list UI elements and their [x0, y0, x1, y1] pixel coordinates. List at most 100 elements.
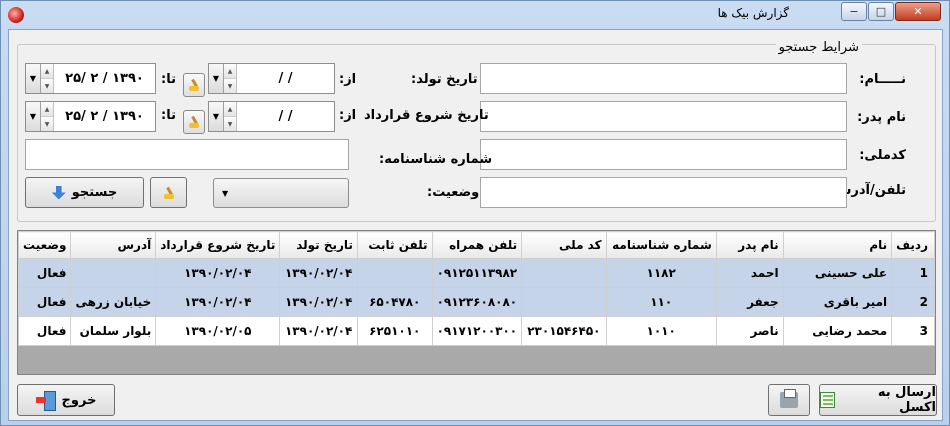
phone-address-input[interactable] — [480, 177, 847, 208]
broom-icon — [163, 187, 175, 199]
clear-all-button[interactable] — [150, 177, 187, 208]
table-cell[interactable]: خیابان زرهی — [70, 287, 157, 317]
results-table: ردیف نام نام پدر شماره شناسنامه کد ملی ت… — [17, 231, 935, 346]
status-select[interactable]: ▼ — [213, 178, 349, 208]
search-button-label: جستجو — [71, 185, 118, 200]
table-cell[interactable]: 3 — [891, 316, 935, 346]
father-name-label: نام پدر: — [857, 110, 906, 125]
col-header[interactable]: آدرس — [70, 231, 157, 259]
table-cell[interactable]: فعال — [17, 287, 72, 317]
id-number-label: شماره شناسنامه: — [379, 152, 493, 167]
table-cell[interactable]: علی حسینی — [782, 258, 893, 288]
print-button[interactable] — [768, 384, 810, 416]
title-bar[interactable]: گزارش بیک ها − □ ✕ — [1, 1, 949, 28]
contract-from-date[interactable]: ▼ ▲ ▼ / / — [208, 101, 335, 132]
table-row[interactable]: 2 امیر باقری جعفر ۱۱۰ ۰۹۱۲۳۶۰۸۰۸۰ ۶۵۰۴۷۸… — [17, 287, 935, 317]
name-label: نـــــام: — [859, 72, 906, 87]
col-header[interactable]: کد ملی — [521, 231, 607, 259]
table-cell[interactable]: 2 — [891, 287, 935, 317]
exit-button[interactable]: خروج — [17, 384, 115, 416]
name-input[interactable] — [480, 63, 847, 94]
client-area: شرایط جستجو نـــــام: نام پدر: کدملی: تل… — [8, 29, 943, 421]
table-cell[interactable]: محمد رضایی — [782, 316, 893, 346]
national-code-input[interactable] — [480, 139, 847, 170]
table-cell[interactable]: ۱۳۹۰/۰۲/۰۴ — [279, 287, 358, 317]
export-excel-label: ارسال به اکسل — [877, 385, 936, 415]
search-criteria-title: شرایط جستجو — [775, 40, 862, 55]
app-icon[interactable] — [8, 7, 24, 23]
print-icon — [780, 389, 798, 408]
col-header[interactable]: تاریخ تولد — [279, 231, 358, 259]
clear-contract-date-button[interactable] — [183, 110, 205, 134]
table-cell[interactable]: بلوار سلمان — [70, 316, 157, 346]
table-cell[interactable]: ۱۳۹۰/۰۲/۰۴ — [279, 316, 358, 346]
birth-to-label: تا: — [161, 72, 176, 87]
table-cell[interactable]: امیر باقری — [782, 287, 893, 317]
window-title: گزارش بیک ها — [717, 6, 789, 20]
table-cell[interactable] — [70, 258, 157, 288]
date-spinner[interactable]: ▲ ▼ — [41, 64, 54, 93]
col-header[interactable]: تاریخ شروع قرارداد — [155, 231, 281, 259]
table-cell[interactable]: 1 — [891, 258, 935, 288]
status-label: وضعیت: — [427, 185, 480, 200]
birth-from-date[interactable]: ▼ ▲ ▼ / / — [208, 63, 335, 94]
table-row[interactable]: 1 علی حسینی احمد ۱۱۸۲ ۰۹۱۲۵۱۱۳۹۸۲ ۱۳۹۰/۰… — [17, 258, 935, 288]
contract-to-label: تا: — [161, 108, 176, 123]
table-cell[interactable]: فعال — [17, 258, 72, 288]
table-cell[interactable]: ۶۵۰۴۷۸۰ — [356, 287, 433, 317]
col-header[interactable]: وضعیت — [17, 231, 72, 259]
table-cell[interactable]: ۱۱۰ — [605, 287, 717, 317]
table-cell[interactable]: ۱۳۹۰/۰۲/۰۴ — [279, 258, 358, 288]
chevron-down-icon[interactable]: ▼ — [209, 102, 224, 131]
table-cell[interactable]: ۰۹۱۲۵۱۱۳۹۸۲ — [431, 258, 523, 288]
table-cell[interactable]: فعال — [17, 316, 72, 346]
date-spinner[interactable]: ▲ ▼ — [224, 64, 237, 93]
table-cell[interactable]: ۰۹۱۲۳۶۰۸۰۸۰ — [431, 287, 523, 317]
table-header-row: ردیف نام نام پدر شماره شناسنامه کد ملی ت… — [17, 231, 935, 259]
clear-birth-date-button[interactable] — [183, 73, 205, 97]
birth-date-label: تاریخ تولد: — [411, 72, 478, 87]
chevron-down-icon: ▼ — [222, 189, 229, 198]
table-cell[interactable]: ۰۹۱۷۱۲۰۰۳۰۰ — [431, 316, 523, 346]
table-cell[interactable]: ۱۳۹۰/۰۲/۰۴ — [155, 287, 281, 317]
table-cell[interactable]: ۲۳۰۱۵۴۶۴۵۰ — [521, 316, 607, 346]
exit-label: خروج — [61, 392, 97, 408]
table-row[interactable]: 3 محمد رضایی ناصر ۱۰۱۰ ۲۳۰۱۵۴۶۴۵۰ ۰۹۱۷۱۲… — [17, 316, 935, 346]
table-cell[interactable]: ۱۰۱۰ — [605, 316, 717, 346]
birth-from-label: از: — [339, 72, 357, 87]
minimize-button[interactable]: − — [841, 2, 867, 21]
results-grid[interactable]: ردیف نام نام پدر شماره شناسنامه کد ملی ت… — [17, 230, 936, 375]
table-cell[interactable]: ۱۳۹۰/۰۲/۰۴ — [155, 258, 281, 288]
table-cell[interactable]: ۱۳۹۰/۰۲/۰۵ — [155, 316, 281, 346]
col-header[interactable]: ردیف — [891, 231, 935, 259]
contract-start-label: تاریخ شروع قرارداد — [364, 108, 489, 123]
table-cell[interactable]: جعفر — [715, 287, 784, 317]
table-cell[interactable]: احمد — [715, 258, 784, 288]
table-cell[interactable]: ناصر — [715, 316, 784, 346]
table-cell[interactable]: ۱۱۸۲ — [605, 258, 717, 288]
col-header[interactable]: شماره شناسنامه — [605, 231, 717, 259]
date-spinner[interactable]: ▲ ▼ — [41, 102, 54, 131]
birth-to-date[interactable]: ▼ ▲ ▼ ۱۳۹۰ / ۲ /۲۵ — [25, 63, 156, 94]
date-spinner[interactable]: ▲ ▼ — [224, 102, 237, 131]
table-cell[interactable] — [356, 258, 433, 288]
chevron-down-icon[interactable]: ▼ — [209, 64, 224, 93]
search-button[interactable]: جستجو — [25, 177, 144, 208]
contract-from-label: از: — [339, 108, 357, 123]
table-cell[interactable] — [521, 287, 607, 317]
export-excel-button[interactable]: ارسال به اکسل — [819, 384, 937, 416]
table-cell[interactable]: ۶۲۵۱۰۱۰ — [356, 316, 433, 346]
report-window: گزارش بیک ها − □ ✕ شرایط جستجو نـــــام:… — [0, 0, 950, 426]
contract-to-date[interactable]: ▼ ▲ ▼ ۱۳۹۰ / ۲ /۲۵ — [25, 101, 156, 132]
col-header[interactable]: تلفن ثابت — [356, 231, 433, 259]
col-header[interactable]: نام پدر — [715, 231, 784, 259]
col-header[interactable]: نام — [782, 231, 893, 259]
maximize-button[interactable]: □ — [868, 2, 894, 21]
table-cell[interactable] — [521, 258, 607, 288]
col-header[interactable]: تلفن همراه — [431, 231, 523, 259]
father-name-input[interactable] — [480, 101, 847, 132]
chevron-down-icon[interactable]: ▼ — [26, 64, 41, 93]
id-number-input[interactable] — [25, 139, 349, 170]
close-button[interactable]: ✕ — [895, 2, 941, 21]
chevron-down-icon[interactable]: ▼ — [26, 102, 41, 131]
